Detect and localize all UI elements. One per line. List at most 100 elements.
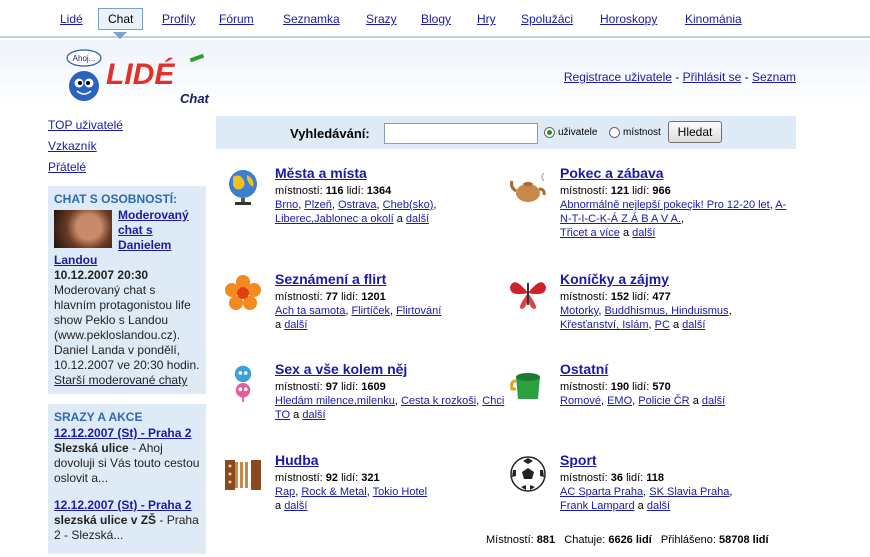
nav-kinomania[interactable]: Kinománia <box>685 12 742 26</box>
category-stats: místností: 92 lidí: 321 <box>275 472 380 484</box>
category-pokec: Pokec a zábava místností: 121 lidí: 966 … <box>510 165 790 240</box>
older-chats-link[interactable]: Starší moderované chaty <box>54 373 200 388</box>
event-date-link[interactable]: 12.12.2007 (St) - Praha 2 <box>54 426 191 440</box>
category-title[interactable]: Ostatní <box>560 361 790 377</box>
search-users-radio[interactable] <box>544 127 555 138</box>
room-link[interactable]: Flirtování <box>396 305 441 317</box>
nav-profily[interactable]: Profily <box>162 12 195 26</box>
room-link[interactable]: Ach ta samota <box>275 305 345 317</box>
category-hudba: Hudba místností: 92 lidí: 321 Rap, Rock … <box>225 452 505 513</box>
category-stats: místností: 97 lidí: 1609 <box>275 381 386 393</box>
nav-seznamka[interactable]: Seznamka <box>283 12 340 26</box>
daniel-landa-photo[interactable] <box>54 210 112 248</box>
room-link[interactable]: Policie ČR <box>638 395 689 407</box>
nav-lide[interactable]: Lidé <box>60 12 83 26</box>
register-link[interactable]: Registrace uživatele <box>564 70 672 84</box>
flower-icon[interactable] <box>223 273 263 313</box>
event-title: slezská ulice v ZŠ <box>54 513 157 527</box>
chatting-count: 6626 lidí <box>608 534 652 546</box>
nav-spoluzaci[interactable]: Spolužáci <box>521 12 573 26</box>
login-link[interactable]: Přihlásit se <box>683 70 742 84</box>
logged-count: 58708 lidí <box>719 534 769 546</box>
more-link[interactable]: další <box>647 500 670 512</box>
room-link[interactable]: Cesta k rozkoši <box>401 395 476 407</box>
logo-brand: LIDÉ <box>106 57 175 91</box>
category-title[interactable]: Města a místa <box>275 165 505 181</box>
search-bar: Vyhledávání: uživatele místnost Hledat <box>216 116 796 149</box>
bucket-icon[interactable] <box>508 363 548 403</box>
category-title[interactable]: Sport <box>560 452 790 468</box>
sidebar: TOP uživatelé Vzkazník Přátelé CHAT S OS… <box>48 118 206 554</box>
search-button[interactable]: Hledat <box>668 121 722 143</box>
room-link[interactable]: Liberec,Jablonec a okolí <box>275 213 394 225</box>
room-link[interactable]: Romové <box>560 395 601 407</box>
accordion-icon[interactable] <box>223 454 263 494</box>
room-link[interactable]: Třicet a více <box>560 227 620 239</box>
category-links: Brno, Plzeň, Ostrava, Cheb(sko), Liberec… <box>275 199 437 225</box>
room-link[interactable]: EMO <box>607 395 632 407</box>
room-link[interactable]: Křesťanství, Islám <box>560 319 648 331</box>
room-link[interactable]: Tokio Hotel <box>373 486 427 498</box>
nav-forum[interactable]: Fórum <box>219 12 254 26</box>
search-input[interactable] <box>384 123 538 144</box>
football-icon[interactable] <box>508 454 548 494</box>
sidebar-link-top-users[interactable]: TOP uživatelé <box>48 118 206 132</box>
butterfly-icon[interactable] <box>508 273 548 313</box>
category-links: Rap, Rock & Metal, Tokio Hotel a další <box>275 486 428 512</box>
category-stats: místností: 77 lidí: 1201 <box>275 291 386 303</box>
room-link[interactable]: Frank Lampard <box>560 500 635 512</box>
event-date-link[interactable]: 12.12.2007 (St) - Praha 2 <box>54 498 191 512</box>
more-link[interactable]: další <box>302 409 325 421</box>
logo-bubble-text: Ahoj... <box>73 54 96 63</box>
lide-chat-logo[interactable]: Ahoj... LIDÉ Chat <box>62 48 242 106</box>
globe-icon[interactable] <box>223 167 263 207</box>
more-link[interactable]: další <box>702 395 725 407</box>
more-link[interactable]: další <box>284 500 307 512</box>
room-link[interactable]: Rap <box>275 486 295 498</box>
room-link[interactable]: Rock & Metal <box>301 486 366 498</box>
more-link[interactable]: další <box>284 319 307 331</box>
room-link[interactable]: Brno <box>275 199 298 211</box>
account-links: Registrace uživatele - Přihlásit se - Se… <box>563 70 796 84</box>
room-link[interactable]: PC <box>655 319 670 331</box>
nav-hry[interactable]: Hry <box>477 12 496 26</box>
room-link[interactable]: Flirtíček <box>351 305 390 317</box>
nav-chat[interactable]: Chat <box>98 8 144 30</box>
search-users-label: uživatele <box>558 127 598 138</box>
room-link[interactable]: SK Slavia Praha <box>649 486 729 498</box>
nav-blogy[interactable]: Blogy <box>421 12 451 26</box>
room-link[interactable]: Cheb(sko) <box>383 199 434 211</box>
list-link[interactable]: Seznam <box>752 70 796 84</box>
more-link[interactable]: další <box>406 213 429 225</box>
category-title[interactable]: Hudba <box>275 452 505 468</box>
room-link[interactable]: Abnormálně nejlepší pokeçik! Pro 12-20 l… <box>560 199 770 211</box>
room-link[interactable]: Motorky <box>560 305 598 317</box>
logo-sub: Chat <box>180 91 210 106</box>
nav-horoskopy[interactable]: Horoskopy <box>600 12 657 26</box>
search-label: Vyhledávání: <box>290 126 370 141</box>
events-heading: SRAZY A AKCE <box>54 410 143 424</box>
more-link[interactable]: další <box>632 227 655 239</box>
room-link[interactable]: Buddhismus, Hinduismus <box>604 305 728 317</box>
category-stats: místností: 36 lidí: 118 <box>560 472 664 484</box>
celebrity-chat-heading: CHAT S OSOBNOSTÍ: <box>54 192 178 206</box>
category-title[interactable]: Sex a vše kolem něj <box>275 361 505 377</box>
teapot-icon[interactable] <box>508 167 548 207</box>
category-title[interactable]: Pokec a zábava <box>560 165 790 181</box>
room-link[interactable]: Hledám milence,milenku <box>275 395 395 407</box>
category-stats: místností: 116 lidí: 1364 <box>275 185 392 197</box>
gender-icon[interactable] <box>223 363 263 403</box>
category-title[interactable]: Koníčky a zájmy <box>560 271 790 287</box>
sidebar-link-pratele[interactable]: Přátelé <box>48 160 206 174</box>
category-links: Motorky, Buddhismus, Hinduismus, Křesťan… <box>560 305 732 331</box>
room-link[interactable]: Plzeň <box>304 199 332 211</box>
search-rooms-radio[interactable] <box>609 127 620 138</box>
room-link[interactable]: AC Sparta Praha <box>560 486 643 498</box>
category-mesta: Města a místa místností: 116 lidí: 1364 … <box>229 165 505 226</box>
sidebar-link-vzkaznik[interactable]: Vzkazník <box>48 139 206 153</box>
room-link[interactable]: Ostrava <box>338 199 377 211</box>
category-links: Abnormálně nejlepší pokeçik! Pro 12-20 l… <box>560 199 787 239</box>
category-title[interactable]: Seznámení a flirt <box>275 271 505 287</box>
nav-srazy[interactable]: Srazy <box>366 12 397 26</box>
more-link[interactable]: další <box>682 319 705 331</box>
